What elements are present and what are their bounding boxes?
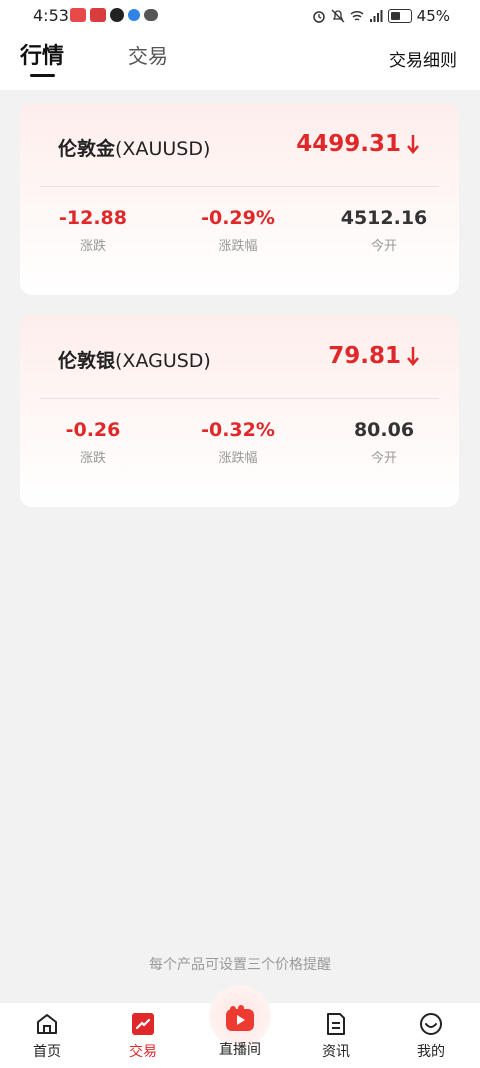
stat-open: 4512.16 今开 — [324, 207, 444, 254]
product-name-cn: 伦敦金 — [58, 138, 116, 160]
status-indicators: 45% — [312, 7, 450, 25]
product-symbol: (XAGUSD) — [115, 350, 211, 372]
home-icon — [37, 1014, 57, 1034]
change-label: 涨跌 — [79, 451, 106, 466]
nav-home[interactable]: 首页 — [7, 1011, 87, 1061]
notification-icons — [70, 8, 158, 22]
stat-change-pct: -0.32% 涨跌幅 — [178, 419, 298, 466]
nav-profile-label: 我的 — [417, 1044, 445, 1060]
card-divider — [40, 398, 439, 399]
active-tab-indicator — [30, 74, 55, 77]
product-card-silver[interactable]: 伦敦银(XAGUSD) 79.81 -0.26 涨跌 -0.32% 涨跌幅 80… — [20, 315, 459, 507]
app-notification-icon — [90, 8, 106, 22]
battery-icon — [387, 9, 412, 23]
change-pct-value: -0.32% — [201, 419, 275, 441]
change-value: -12.88 — [59, 207, 127, 229]
arrow-down-icon — [407, 347, 419, 366]
live-icon — [226, 1005, 254, 1031]
open-label: 今开 — [370, 451, 397, 466]
nav-live[interactable]: 直播间 — [200, 1005, 280, 1059]
tab-trade[interactable]: 交易 — [128, 40, 168, 69]
battery-level: 45% — [416, 7, 450, 25]
open-value: 80.06 — [353, 419, 415, 441]
price-value: 79.81 — [328, 343, 401, 369]
nav-news[interactable]: 资讯 — [296, 1011, 376, 1061]
price-value: 4499.31 — [296, 131, 401, 157]
mute-icon — [331, 9, 345, 23]
trade-icon — [132, 1013, 154, 1035]
stat-change: -12.88 涨跌 — [33, 207, 153, 254]
product-name-cn: 伦敦银 — [58, 350, 116, 372]
nav-news-label: 资讯 — [322, 1044, 350, 1060]
stat-open: 80.06 今开 — [324, 419, 444, 466]
browser-icon — [128, 9, 140, 21]
qq-icon — [110, 8, 124, 22]
change-label: 涨跌 — [79, 239, 106, 254]
price-alert-hint: 每个产品可设置三个价格提醒 — [149, 957, 331, 973]
top-header: 行情 交易 交易细则 — [0, 32, 480, 90]
nav-profile[interactable]: 我的 — [391, 1011, 471, 1061]
change-pct-label: 涨跌幅 — [218, 451, 258, 466]
open-label: 今开 — [370, 239, 397, 254]
app-notification-icon — [70, 8, 86, 22]
change-value: -0.26 — [65, 419, 121, 441]
product-card-gold[interactable]: 伦敦金(XAUUSD) 4499.31 -12.88 涨跌 -0.29% 涨跌幅… — [20, 103, 459, 295]
nav-live-label: 直播间 — [219, 1042, 261, 1058]
product-price: 79.81 — [328, 343, 419, 369]
change-pct-label: 涨跌幅 — [218, 239, 258, 254]
wifi-icon — [350, 10, 364, 21]
stat-change-pct: -0.29% 涨跌幅 — [178, 207, 298, 254]
product-price: 4499.31 — [296, 131, 419, 157]
wechat-icon — [144, 9, 158, 21]
open-value: 4512.16 — [340, 207, 428, 229]
status-bar: 4:53 45% — [0, 0, 480, 32]
change-pct-value: -0.29% — [201, 207, 275, 229]
product-name: 伦敦银(XAGUSD) — [58, 346, 211, 373]
profile-icon — [420, 1013, 442, 1035]
card-divider — [40, 186, 439, 187]
arrow-down-icon — [407, 135, 419, 154]
product-symbol: (XAUUSD) — [115, 138, 211, 160]
product-name: 伦敦金(XAUUSD) — [58, 134, 210, 161]
trading-rules-link[interactable]: 交易细则 — [389, 46, 457, 71]
status-time: 4:53 — [33, 6, 69, 25]
bottom-nav: 首页 交易 直播间 资讯 我的 — [0, 985, 480, 1068]
nav-home-label: 首页 — [33, 1044, 61, 1060]
nav-trade-label: 交易 — [129, 1044, 157, 1060]
news-icon — [327, 1013, 345, 1035]
stat-change: -0.26 涨跌 — [33, 419, 153, 466]
tab-market[interactable]: 行情 — [20, 38, 64, 70]
signal-icon — [369, 10, 383, 22]
alarm-icon — [312, 11, 325, 23]
nav-trade[interactable]: 交易 — [103, 1011, 183, 1061]
